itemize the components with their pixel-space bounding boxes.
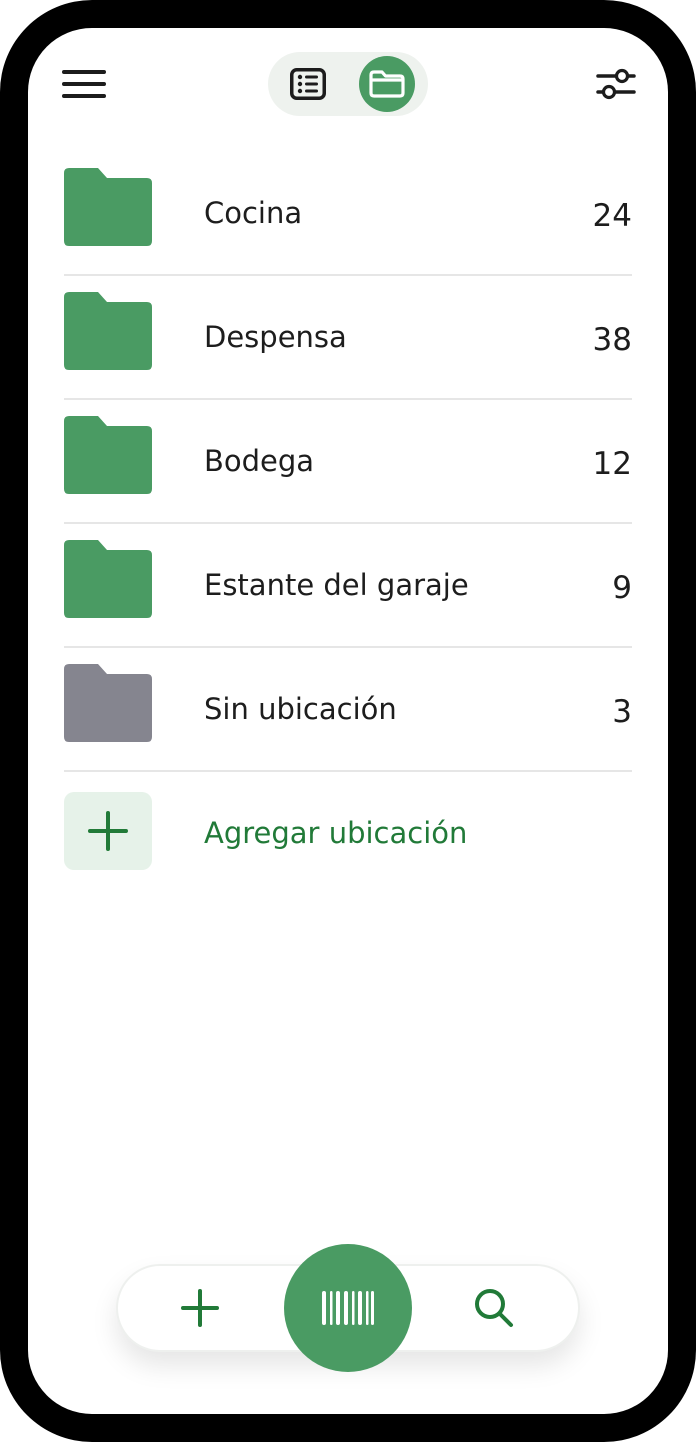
app-screen: Cocina 24 Despensa 38 Bodega 12 Estante … <box>28 28 668 1414</box>
location-list: Cocina 24 Despensa 38 Bodega 12 Estante … <box>64 152 632 872</box>
location-count: 24 <box>592 198 632 234</box>
menu-button[interactable] <box>60 66 108 102</box>
folder-icon <box>64 168 152 246</box>
location-count: 12 <box>592 446 632 482</box>
location-row[interactable]: Bodega 12 <box>64 400 632 524</box>
scan-barcode-button[interactable] <box>284 1244 412 1372</box>
location-row[interactable]: Cocina 24 <box>64 152 632 276</box>
folder-icon <box>64 540 152 618</box>
plus-icon <box>181 1289 219 1327</box>
location-name: Estante del garaje <box>204 568 469 602</box>
hamburger-line <box>62 70 106 74</box>
folder-icon <box>64 664 152 742</box>
location-row[interactable]: Despensa 38 <box>64 276 632 400</box>
folder-icon <box>64 416 152 494</box>
hamburger-line <box>62 82 106 86</box>
view-toggle <box>268 52 428 116</box>
location-row[interactable]: Sin ubicación 3 <box>64 648 632 772</box>
location-name: Sin ubicación <box>204 692 397 726</box>
filter-button[interactable] <box>594 66 638 102</box>
location-count: 38 <box>592 322 632 358</box>
add-location-tile <box>64 792 152 870</box>
search-icon <box>475 1289 513 1327</box>
location-count: 9 <box>612 570 632 606</box>
location-count: 3 <box>612 694 632 730</box>
folder-icon <box>64 292 152 370</box>
plus-icon <box>88 811 128 851</box>
location-name: Cocina <box>204 196 303 230</box>
folder-view-button[interactable] <box>359 56 415 112</box>
search-button[interactable] <box>472 1286 516 1330</box>
location-row[interactable]: Estante del garaje 9 <box>64 524 632 648</box>
add-location-label: Agregar ubicación <box>204 816 468 850</box>
barcode-icon <box>322 1291 374 1325</box>
phone-frame: Cocina 24 Despensa 38 Bodega 12 Estante … <box>0 0 696 1442</box>
folder-view-icon <box>369 70 405 98</box>
list-view-icon <box>290 68 326 100</box>
add-item-button[interactable] <box>178 1286 222 1330</box>
sliders-filter-icon <box>596 68 636 100</box>
location-name: Despensa <box>204 320 347 354</box>
add-location-button[interactable]: Agregar ubicación <box>64 772 632 872</box>
list-view-button[interactable] <box>280 56 336 112</box>
hamburger-line <box>62 94 106 98</box>
location-name: Bodega <box>204 444 315 478</box>
